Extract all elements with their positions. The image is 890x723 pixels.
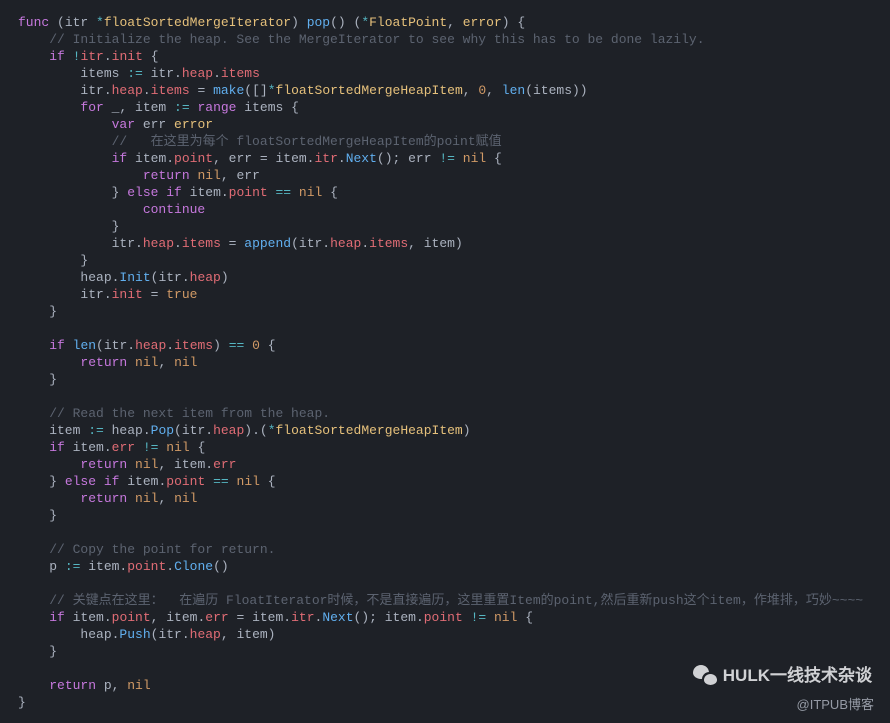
code-block: func (itr *floatSortedMergeIterator) pop… [0,0,890,723]
line: func [18,15,49,30]
line: // Initialize the heap. See the MergeIte… [18,32,705,47]
